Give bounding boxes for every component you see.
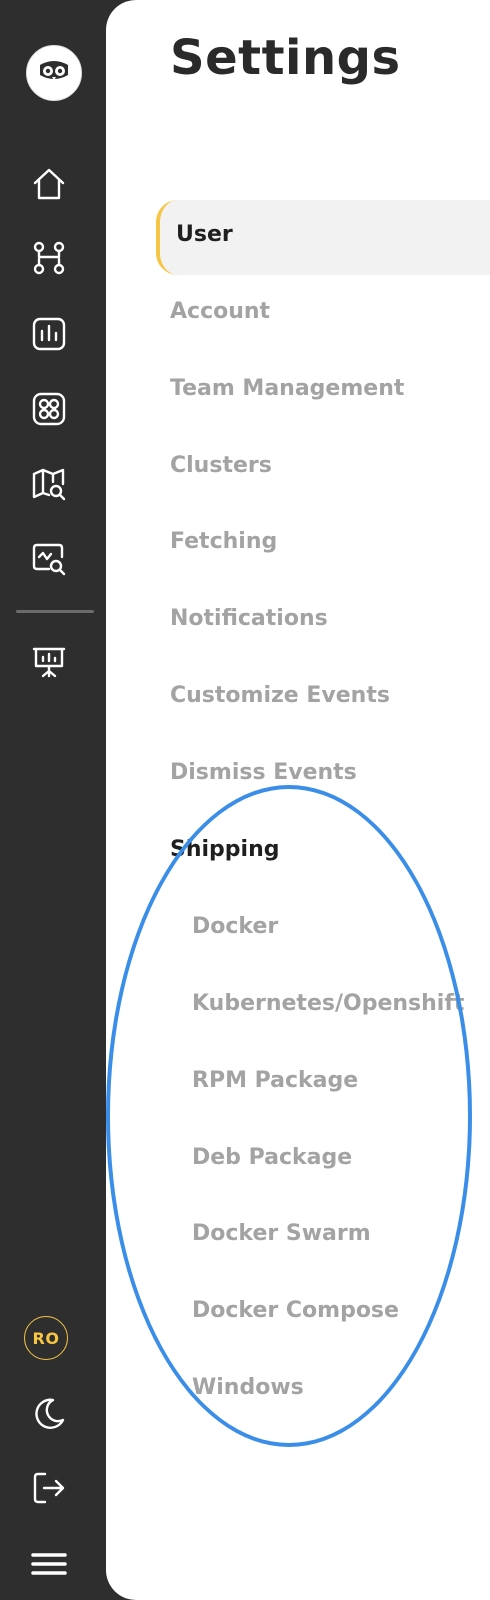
shipping-item-docker-compose[interactable]: Docker Compose bbox=[192, 1298, 399, 1323]
flow-icon[interactable] bbox=[23, 232, 75, 284]
chart-icon[interactable] bbox=[23, 308, 75, 360]
shipping-item-deb-package[interactable]: Deb Package bbox=[192, 1145, 352, 1170]
sidebar: RO bbox=[0, 0, 106, 1600]
settings-nav-item-notifications[interactable]: Notifications bbox=[170, 606, 328, 631]
shipping-item-docker[interactable]: Docker bbox=[192, 914, 278, 939]
shipping-item-docker-swarm[interactable]: Docker Swarm bbox=[192, 1221, 371, 1246]
settings-nav-item-team-management[interactable]: Team Management bbox=[170, 376, 404, 401]
shipping-item-rpm-package[interactable]: RPM Package bbox=[192, 1068, 358, 1093]
settings-nav-item-user[interactable]: User bbox=[156, 200, 490, 275]
shipping-item-windows[interactable]: Windows bbox=[192, 1375, 304, 1400]
owl-logo-icon[interactable] bbox=[26, 45, 82, 101]
shipping-item-kubernetes-openshift[interactable]: Kubernetes/Openshift bbox=[192, 991, 464, 1016]
home-icon[interactable] bbox=[23, 158, 75, 210]
sidebar-divider bbox=[16, 610, 94, 613]
map-search-icon[interactable] bbox=[23, 458, 75, 510]
moon-icon[interactable] bbox=[23, 1388, 75, 1440]
settings-nav-item-clusters[interactable]: Clusters bbox=[170, 453, 272, 478]
hamburger-icon[interactable] bbox=[23, 1538, 75, 1590]
settings-nav-item-fetching[interactable]: Fetching bbox=[170, 529, 277, 554]
settings-nav-item-dismiss-events[interactable]: Dismiss Events bbox=[170, 760, 357, 785]
settings-nav-item-label: User bbox=[176, 222, 233, 247]
page-title: Settings bbox=[170, 30, 401, 86]
settings-nav-item-customize-events[interactable]: Customize Events bbox=[170, 683, 390, 708]
logout-icon[interactable] bbox=[23, 1462, 75, 1514]
settings-panel: Settings User Account Team Management Cl… bbox=[106, 0, 490, 1600]
settings-nav-item-account[interactable]: Account bbox=[170, 299, 270, 324]
monitor-search-icon[interactable] bbox=[23, 533, 75, 585]
presentation-icon[interactable] bbox=[23, 636, 75, 688]
user-avatar[interactable]: RO bbox=[24, 1316, 68, 1360]
dashboards-icon[interactable] bbox=[23, 383, 75, 435]
shipping-section-heading: Shipping bbox=[170, 837, 280, 862]
